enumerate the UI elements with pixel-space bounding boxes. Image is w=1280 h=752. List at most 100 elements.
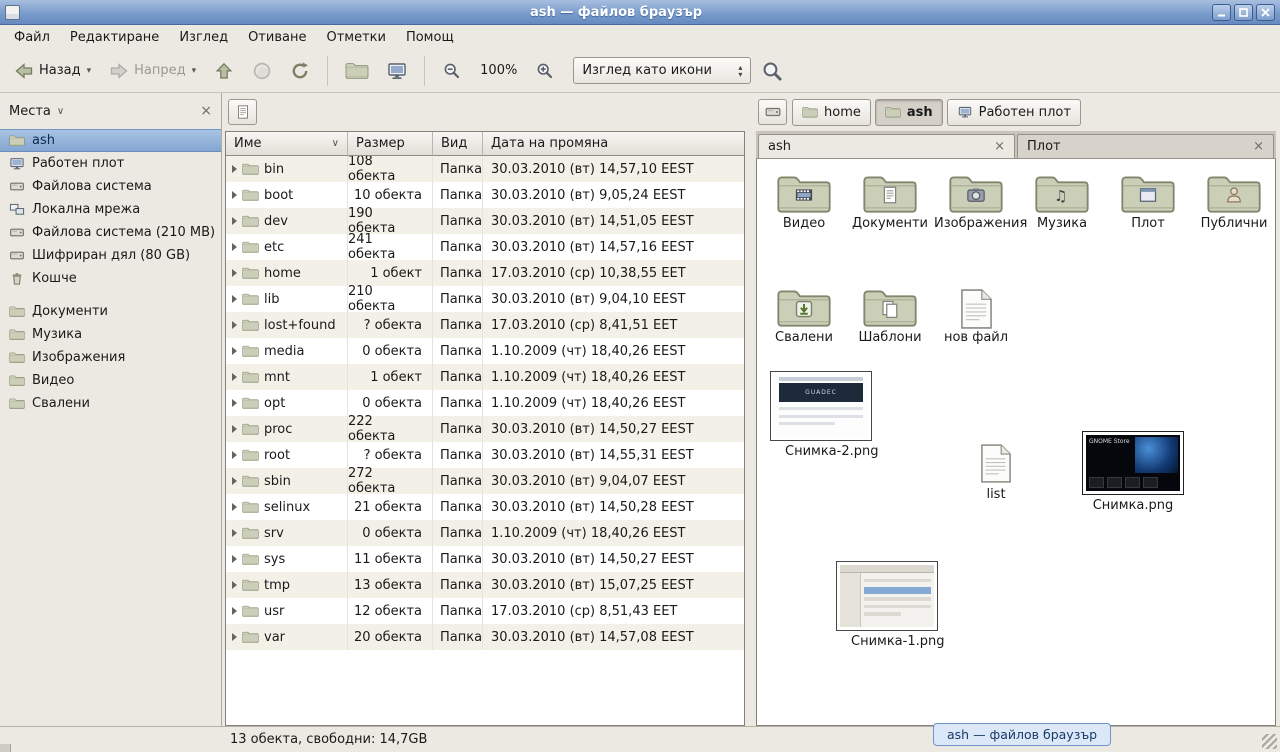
sidebar-item-Свалени[interactable]: Свалени [0, 392, 221, 415]
view-mode-select[interactable]: Изглед като икони ▴▾ [573, 57, 751, 84]
menu-item-3[interactable]: Отиване [238, 27, 316, 48]
sidebar-item-Файлова система (210 MB)[interactable]: Файлова система (210 MB) [0, 221, 221, 244]
table-row-etc[interactable]: etc 241 обекта Папка 30.03.2010 (вт) 14,… [226, 234, 744, 260]
icon-item-нов файл[interactable]: нов файл [933, 283, 1019, 346]
sidebar-item-Файлова система[interactable]: Файлова система [0, 175, 221, 198]
column-header-size[interactable]: Размер [348, 132, 433, 156]
expander-icon[interactable] [232, 425, 237, 433]
icon-item-Музика[interactable]: Музика [1019, 169, 1105, 232]
forward-button[interactable]: Напред ▾ [101, 54, 204, 88]
expander-icon[interactable] [232, 581, 237, 589]
sidebar-item-Документи[interactable]: Документи [0, 300, 221, 323]
expander-icon[interactable] [232, 607, 237, 615]
icon-item-Документи[interactable]: Документи [847, 169, 933, 232]
stop-button[interactable] [244, 54, 280, 88]
back-button[interactable]: Назад ▾ [6, 54, 99, 88]
icon-view[interactable]: Видео Документи Изображения Музика Плот … [756, 159, 1276, 726]
table-row-root[interactable]: root ? обекта Папка 30.03.2010 (вт) 14,5… [226, 442, 744, 468]
search-button[interactable] [753, 53, 791, 89]
resize-grip[interactable] [1262, 734, 1277, 749]
menu-item-5[interactable]: Помощ [396, 27, 464, 48]
expander-icon[interactable] [232, 503, 237, 511]
table-row-opt[interactable]: opt 0 обекта Папка 1.10.2009 (чт) 18,40,… [226, 390, 744, 416]
expander-icon[interactable] [232, 243, 237, 251]
column-header-date[interactable]: Дата на промяна [483, 132, 744, 156]
path-button-home[interactable]: home [792, 99, 871, 126]
expander-icon[interactable] [232, 399, 237, 407]
sidebar-mode-caret-icon[interactable]: ∨ [57, 106, 64, 117]
sidebar-item-ash[interactable]: ash [0, 129, 221, 152]
zoom-out-button[interactable] [434, 54, 470, 88]
expander-icon[interactable] [232, 477, 237, 485]
expander-icon[interactable] [232, 451, 237, 459]
sidebar-item-Музика[interactable]: Музика [0, 323, 221, 346]
computer-button[interactable] [379, 54, 415, 88]
table-row-selinux[interactable]: selinux 21 обекта Папка 30.03.2010 (вт) … [226, 494, 744, 520]
menu-item-2[interactable]: Изглед [169, 27, 238, 48]
path-root-button[interactable] [758, 99, 787, 125]
pane-location-button[interactable] [228, 99, 257, 125]
home-button[interactable] [337, 54, 377, 87]
titlebar[interactable]: ash — файлов браузър [0, 0, 1280, 25]
table-row-proc[interactable]: proc 222 обекта Папка 30.03.2010 (вт) 14… [226, 416, 744, 442]
table-row-mnt[interactable]: mnt 1 обект Папка 1.10.2009 (чт) 18,40,2… [226, 364, 744, 390]
table-row-sbin[interactable]: sbin 272 обекта Папка 30.03.2010 (вт) 9,… [226, 468, 744, 494]
icon-item-Видео[interactable]: Видео [761, 169, 847, 232]
sidebar-item-Локална мрежа[interactable]: Локална мрежа [0, 198, 221, 221]
table-row-sys[interactable]: sys 11 обекта Папка 30.03.2010 (вт) 14,5… [226, 546, 744, 572]
table-row-usr[interactable]: usr 12 обекта Папка 17.03.2010 (ср) 8,51… [226, 598, 744, 624]
sidebar-item-Работен плот[interactable]: Работен плот [0, 152, 221, 175]
reload-button[interactable] [282, 54, 318, 88]
path-button-Работен плот[interactable]: Работен плот [947, 99, 1081, 126]
table-row-home[interactable]: home 1 обект Папка 17.03.2010 (ср) 10,38… [226, 260, 744, 286]
table-row-lib[interactable]: lib 210 обекта Папка 30.03.2010 (вт) 9,0… [226, 286, 744, 312]
table-row-dev[interactable]: dev 190 обекта Папка 30.03.2010 (вт) 14,… [226, 208, 744, 234]
sidebar-item-Кошче[interactable]: Кошче [0, 267, 221, 290]
file-list-item[interactable]: list [963, 443, 1029, 503]
menu-item-4[interactable]: Отметки [316, 27, 395, 48]
table-row-bin[interactable]: bin 108 обекта Папка 30.03.2010 (вт) 14,… [226, 156, 744, 182]
sidebar-close-icon[interactable]: × [200, 104, 212, 118]
file-snimka[interactable]: GNOME Store Снимка.png [1077, 431, 1189, 514]
icon-item-Плот[interactable]: Плот [1105, 169, 1191, 232]
minimize-button[interactable] [1212, 4, 1231, 21]
sidebar-title[interactable]: Места [9, 104, 51, 119]
icon-item-Публични[interactable]: Публични [1191, 169, 1276, 232]
sidebar-item-Видео[interactable]: Видео [0, 369, 221, 392]
zoom-in-button[interactable] [527, 54, 563, 88]
file-snimka2[interactable]: GUADEC Снимка-2.png [765, 371, 877, 460]
icon-item-Свалени[interactable]: Свалени [761, 283, 847, 346]
menu-item-0[interactable]: Файл [4, 27, 60, 48]
table-row-tmp[interactable]: tmp 13 обекта Папка 30.03.2010 (вт) 15,0… [226, 572, 744, 598]
table-row-srv[interactable]: srv 0 обекта Папка 1.10.2009 (чт) 18,40,… [226, 520, 744, 546]
expander-icon[interactable] [232, 347, 237, 355]
icon-item-Изображения[interactable]: Изображения [933, 169, 1019, 232]
tab-close-icon[interactable]: × [994, 140, 1005, 153]
expander-icon[interactable] [232, 321, 237, 329]
maximize-button[interactable] [1234, 4, 1253, 21]
expander-icon[interactable] [232, 555, 237, 563]
tab-close-icon[interactable]: × [1253, 140, 1264, 153]
close-button[interactable] [1256, 4, 1275, 21]
taskbar-window-button[interactable]: ash — файлов браузър [933, 723, 1111, 746]
file-snimka1[interactable]: Снимка-1.png [831, 561, 943, 650]
up-button[interactable] [206, 54, 242, 88]
menu-item-1[interactable]: Редактиране [60, 27, 169, 48]
icon-item-Шаблони[interactable]: Шаблони [847, 283, 933, 346]
expander-icon[interactable] [232, 295, 237, 303]
expander-icon[interactable] [232, 217, 237, 225]
column-header-type[interactable]: Вид [433, 132, 483, 156]
sidebar-item-Шифриран дял (80 GB)[interactable]: Шифриран дял (80 GB) [0, 244, 221, 267]
table-row-var[interactable]: var 20 обекта Папка 30.03.2010 (вт) 14,5… [226, 624, 744, 650]
back-history-dropdown-icon[interactable]: ▾ [87, 66, 92, 76]
table-row-boot[interactable]: boot 10 обекта Папка 30.03.2010 (вт) 9,0… [226, 182, 744, 208]
expander-icon[interactable] [232, 269, 237, 277]
table-row-media[interactable]: media 0 обекта Папка 1.10.2009 (чт) 18,4… [226, 338, 744, 364]
column-header-name[interactable]: Име ∨ [226, 132, 348, 156]
expander-icon[interactable] [232, 529, 237, 537]
expander-icon[interactable] [232, 633, 237, 641]
path-button-ash[interactable]: ash [875, 99, 943, 126]
expander-icon[interactable] [232, 191, 237, 199]
tab-ash[interactable]: ash × [758, 134, 1015, 158]
tab-Плот[interactable]: Плот × [1017, 134, 1274, 158]
